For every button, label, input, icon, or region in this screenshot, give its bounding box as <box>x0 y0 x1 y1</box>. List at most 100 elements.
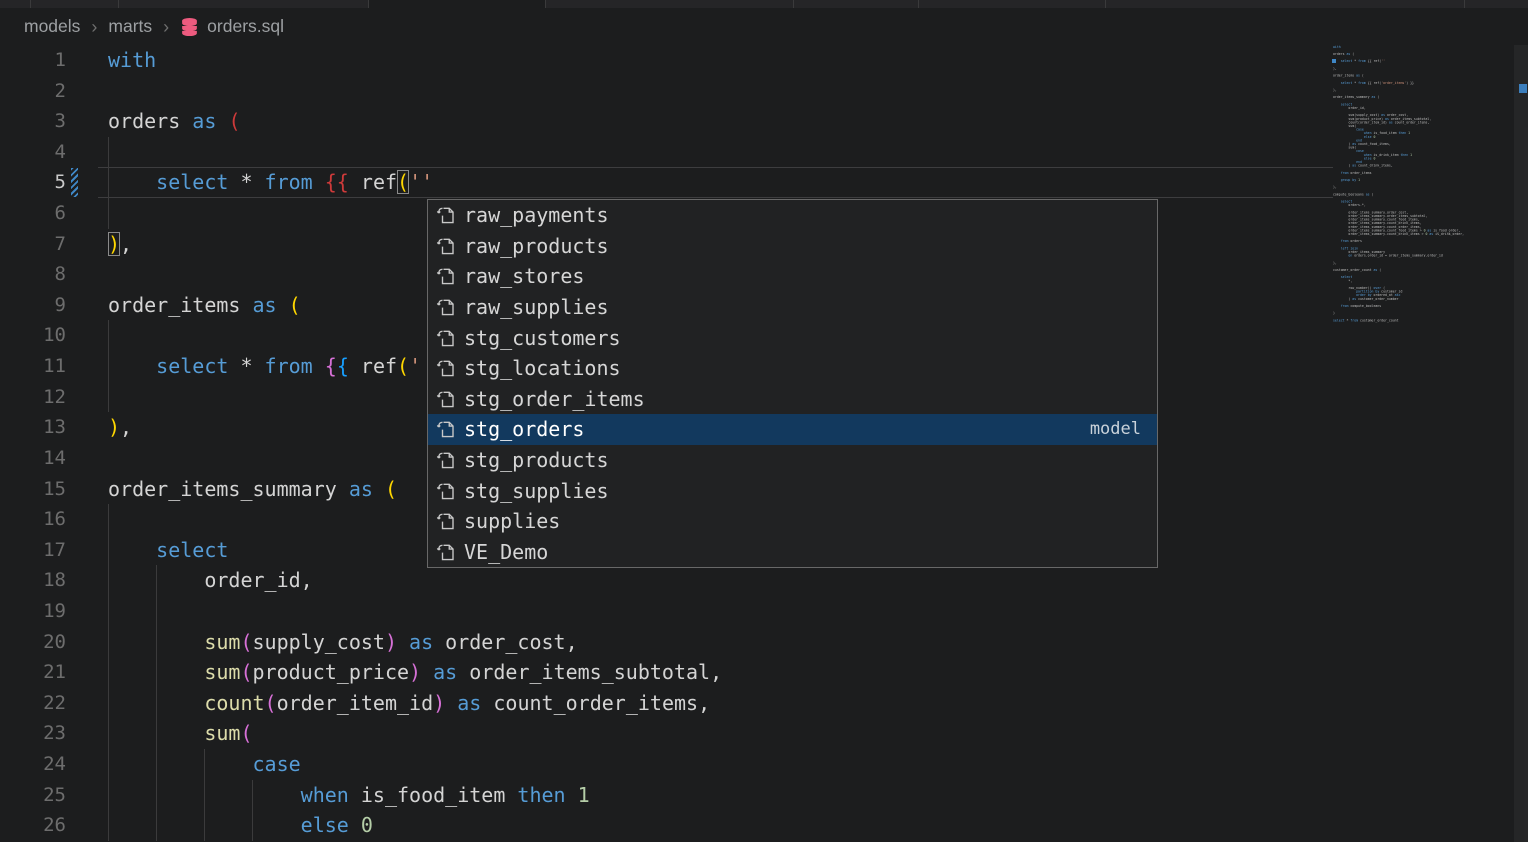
snippet-icon <box>436 389 456 409</box>
line-number[interactable]: 24 <box>0 749 66 780</box>
line-number[interactable]: 8 <box>0 259 66 290</box>
code-text: orders as ( <box>108 106 240 137</box>
line-number[interactable]: 23 <box>0 718 66 749</box>
breadcrumb-item-file[interactable]: orders.sql <box>207 16 284 37</box>
code-line[interactable]: 23 sum( <box>0 718 1528 749</box>
snippet-icon <box>436 419 456 439</box>
suggestion-item[interactable]: raw_supplies <box>428 292 1157 323</box>
minimap-line: select * from customer_order_count <box>1333 319 1514 323</box>
overview-ruler-modified-mark <box>1519 84 1527 93</box>
code-text: count(order_item_id) as count_order_item… <box>108 688 710 719</box>
suggestion-label: VE_Demo <box>464 540 548 564</box>
code-line[interactable]: 26 else 0 <box>0 810 1528 841</box>
suggestion-detail: model <box>1090 419 1141 439</box>
line-number[interactable]: 3 <box>0 106 66 137</box>
code-line[interactable]: 19 <box>0 596 1528 627</box>
line-number[interactable]: 7 <box>0 229 66 260</box>
code-line[interactable]: 20 sum(supply_cost) as order_cost, <box>0 627 1528 658</box>
autocomplete-dropdown: raw_payments raw_products raw_stores raw… <box>427 199 1158 568</box>
snippet-icon <box>436 450 456 470</box>
tab-separator <box>1464 0 1465 8</box>
code-text: sum( <box>108 718 253 749</box>
suggestion-item[interactable]: stg_products <box>428 445 1157 476</box>
code-text: select <box>108 535 228 566</box>
breadcrumb-item-models[interactable]: models <box>24 16 80 37</box>
suggestion-item[interactable]: raw_payments <box>428 200 1157 231</box>
snippet-icon <box>436 328 456 348</box>
indent-guide <box>108 198 109 229</box>
breadcrumb-item-marts[interactable]: marts <box>108 16 152 37</box>
tab-separator <box>545 0 546 8</box>
snippet-icon <box>436 358 456 378</box>
tab-separator <box>918 0 919 8</box>
suggestion-item[interactable]: stg_supplies <box>428 475 1157 506</box>
line-number[interactable]: 1 <box>0 45 66 76</box>
line-number[interactable]: 6 <box>0 198 66 229</box>
snippet-icon <box>436 266 456 286</box>
indent-guide <box>156 596 157 627</box>
active-tab[interactable] <box>368 0 545 8</box>
line-number[interactable]: 10 <box>0 320 66 351</box>
indent-guide <box>108 320 109 351</box>
snippet-icon <box>436 297 456 317</box>
tab-separator <box>793 0 794 8</box>
suggestion-label: stg_order_items <box>464 387 645 411</box>
line-number[interactable]: 20 <box>0 627 66 658</box>
line-number[interactable]: 18 <box>0 565 66 596</box>
suggestion-item-selected[interactable]: stg_orders model <box>428 414 1157 445</box>
line-number[interactable]: 4 <box>0 137 66 168</box>
line-number[interactable]: 25 <box>0 780 66 811</box>
code-line[interactable]: 25 when is_food_item then 1 <box>0 780 1528 811</box>
suggestion-item[interactable]: stg_customers <box>428 322 1157 353</box>
suggestion-item[interactable]: stg_locations <box>428 353 1157 384</box>
line-number[interactable]: 15 <box>0 474 66 505</box>
suggestion-item[interactable]: raw_products <box>428 231 1157 262</box>
code-text: sum(supply_cost) as order_cost, <box>108 627 578 658</box>
line-number[interactable]: 5 <box>0 167 66 198</box>
code-line[interactable]: 1 with <box>0 45 1528 76</box>
indent-guide <box>108 137 109 168</box>
code-line[interactable]: 2 <box>0 76 1528 107</box>
code-text: order_id, <box>108 565 313 596</box>
indent-guide <box>108 504 109 535</box>
minimap[interactable]: with orders as ( select * from {{ ref(''… <box>1333 45 1514 645</box>
snippet-icon <box>436 481 456 501</box>
chevron-right-icon: › <box>163 18 169 36</box>
line-number[interactable]: 16 <box>0 504 66 535</box>
line-number[interactable]: 13 <box>0 412 66 443</box>
snippet-icon <box>436 205 456 225</box>
code-text: sum(product_price) as order_items_subtot… <box>108 657 722 688</box>
line-number[interactable]: 11 <box>0 351 66 382</box>
code-line[interactable]: 22 count(order_item_id) as count_order_i… <box>0 688 1528 719</box>
code-text: else 0 <box>108 810 373 841</box>
suggestion-item[interactable]: raw_stores <box>428 261 1157 292</box>
line-number[interactable]: 2 <box>0 76 66 107</box>
suggestion-item[interactable]: VE_Demo <box>428 537 1157 568</box>
code-text: select * from {{ ref(' <box>108 351 421 382</box>
code-line[interactable]: 24 case <box>0 749 1528 780</box>
code-line[interactable]: 3 orders as ( <box>0 106 1528 137</box>
vertical-scrollbar[interactable] <box>1514 45 1528 842</box>
code-line[interactable]: 18 order_id, <box>0 565 1528 596</box>
line-number[interactable]: 14 <box>0 443 66 474</box>
line-number[interactable]: 9 <box>0 290 66 321</box>
code-line[interactable]: 21 sum(product_price) as order_items_sub… <box>0 657 1528 688</box>
code-text: with <box>108 45 156 76</box>
line-number[interactable]: 21 <box>0 657 66 688</box>
suggestion-label: raw_products <box>464 234 609 258</box>
suggestion-label: raw_payments <box>464 203 609 227</box>
suggestion-label: stg_orders <box>464 417 584 441</box>
line-number[interactable]: 17 <box>0 535 66 566</box>
code-line[interactable]: 5 select * from {{ ref('' <box>0 167 1528 198</box>
breadcrumb: models › marts › orders.sql <box>0 8 1528 45</box>
line-number[interactable]: 22 <box>0 688 66 719</box>
code-line[interactable]: 4 <box>0 137 1528 168</box>
suggestion-item[interactable]: supplies <box>428 506 1157 537</box>
line-number[interactable]: 26 <box>0 810 66 841</box>
code-text: order_items as ( <box>108 290 301 321</box>
tab-bar[interactable] <box>0 0 1528 8</box>
suggestion-label: stg_locations <box>464 356 621 380</box>
line-number[interactable]: 19 <box>0 596 66 627</box>
line-number[interactable]: 12 <box>0 382 66 413</box>
suggestion-item[interactable]: stg_order_items <box>428 384 1157 415</box>
